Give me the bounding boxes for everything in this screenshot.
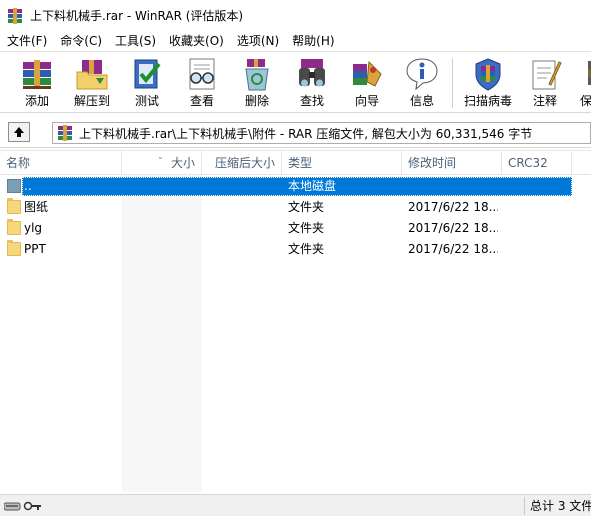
column-type[interactable]: 类型 [282, 151, 402, 175]
menu-file[interactable]: 文件(F) [0, 31, 53, 51]
drive-key-icon[interactable] [3, 500, 42, 512]
row-modified: 2017/6/22 18... [408, 221, 498, 235]
menu-favorites[interactable]: 收藏夹(O) [162, 31, 230, 51]
row-type: 文件夹 [288, 242, 325, 256]
recycle-bin-icon [239, 56, 275, 92]
test-button[interactable]: 测试 [122, 55, 172, 112]
delete-label: 删除 [244, 94, 269, 108]
address-bar: 上下料机械手.rar\上下料机械手\附件 - RAR 压缩文件, 解包大小为 6… [0, 114, 591, 148]
info-icon [404, 56, 440, 92]
protect-icon [575, 56, 591, 92]
status-divider [524, 497, 525, 515]
view-glasses-icon [184, 56, 220, 92]
row-modified: 2017/6/22 18... [408, 200, 498, 214]
table-row[interactable]: ylg 文件夹 2017/6/22 18... [0, 218, 591, 239]
menu-options[interactable]: 选项(N) [230, 31, 285, 51]
folder-icon [7, 198, 21, 214]
menu-help[interactable]: 帮助(H) [285, 31, 340, 51]
wizard-icon [349, 56, 385, 92]
column-packed-size[interactable]: 压缩后大小 [202, 151, 282, 175]
protect-button[interactable]: 保 [575, 55, 591, 112]
wizard-button[interactable]: 向导 [342, 55, 392, 112]
find-label: 查找 [299, 94, 324, 108]
info-label: 信息 [409, 94, 434, 108]
row-name: ylg [24, 221, 43, 235]
row-name: .. [24, 179, 32, 193]
table-row[interactable]: PPT 文件夹 2017/6/22 18... [0, 239, 591, 260]
comment-button[interactable]: 注释 [520, 55, 570, 112]
column-header: 名称 ⌄ 大小 压缩后大小 类型 修改时间 CRC32 [0, 151, 591, 175]
virus-scan-icon [470, 56, 506, 92]
toolbar-separator [452, 58, 453, 108]
test-check-icon [129, 56, 165, 92]
row-type: 文件夹 [288, 221, 325, 235]
file-list[interactable]: 名称 ⌄ 大小 压缩后大小 类型 修改时间 CRC32 .. 本地磁盘 图纸 文… [0, 150, 591, 492]
test-label: 测试 [134, 94, 159, 108]
title-bar[interactable]: 上下料机械手.rar - WinRAR (评估版本) [0, 0, 591, 31]
table-row-parent[interactable]: .. 本地磁盘 [0, 176, 591, 197]
protect-label: 保 [580, 94, 591, 108]
row-modified: 2017/6/22 18... [408, 242, 498, 256]
delete-button[interactable]: 删除 [232, 55, 282, 112]
find-button[interactable]: 查找 [287, 55, 337, 112]
extract-to-button[interactable]: 解压到 [67, 55, 117, 112]
info-button[interactable]: 信息 [397, 55, 447, 112]
toolbar: 添加 解压到 测试 查看 删除 查找 向导 信息 扫描病毒 注释 保 [0, 51, 591, 113]
winrar-app-icon [7, 7, 23, 24]
menu-commands[interactable]: 命令(C) [53, 31, 108, 51]
column-crc32[interactable]: CRC32 [502, 151, 572, 175]
status-total: 总计 3 文件 [530, 499, 591, 513]
parent-folder-icon [7, 179, 21, 193]
wizard-label: 向导 [354, 94, 379, 108]
view-button[interactable]: 查看 [177, 55, 227, 112]
column-modified[interactable]: 修改时间 [402, 151, 502, 175]
up-folder-button[interactable] [8, 122, 30, 142]
virus-scan-label: 扫描病毒 [463, 94, 512, 108]
column-name[interactable]: 名称 [0, 151, 122, 175]
window-title: 上下料机械手.rar - WinRAR (评估版本) [30, 9, 244, 23]
path-field[interactable]: 上下料机械手.rar\上下料机械手\附件 - RAR 压缩文件, 解包大小为 6… [52, 122, 591, 144]
view-label: 查看 [189, 94, 214, 108]
add-label: 添加 [24, 94, 49, 108]
up-arrow-icon [14, 127, 24, 137]
rar-archive-icon [57, 125, 73, 141]
books-add-icon [19, 56, 55, 92]
menu-bar: 文件(F) 命令(C) 工具(S) 收藏夹(O) 选项(N) 帮助(H) [0, 31, 591, 51]
comment-label: 注释 [532, 94, 557, 108]
row-type: 文件夹 [288, 200, 325, 214]
menu-tools[interactable]: 工具(S) [108, 31, 162, 51]
path-text: 上下料机械手.rar\上下料机械手\附件 - RAR 压缩文件, 解包大小为 6… [79, 126, 533, 141]
folder-icon [7, 219, 21, 235]
add-button[interactable]: 添加 [12, 55, 62, 112]
row-name: PPT [24, 242, 46, 256]
row-type: 本地磁盘 [288, 179, 337, 193]
comment-icon [527, 56, 563, 92]
table-row[interactable]: 图纸 文件夹 2017/6/22 18... [0, 197, 591, 218]
status-bar: 总计 3 文件 [0, 494, 591, 516]
virus-scan-button[interactable]: 扫描病毒 [461, 55, 515, 112]
extract-folder-icon [74, 56, 110, 92]
row-name: 图纸 [24, 200, 49, 214]
column-size[interactable]: 大小 [122, 151, 202, 175]
binoculars-icon [294, 56, 330, 92]
folder-icon [7, 240, 21, 256]
extract-to-label: 解压到 [73, 94, 110, 108]
